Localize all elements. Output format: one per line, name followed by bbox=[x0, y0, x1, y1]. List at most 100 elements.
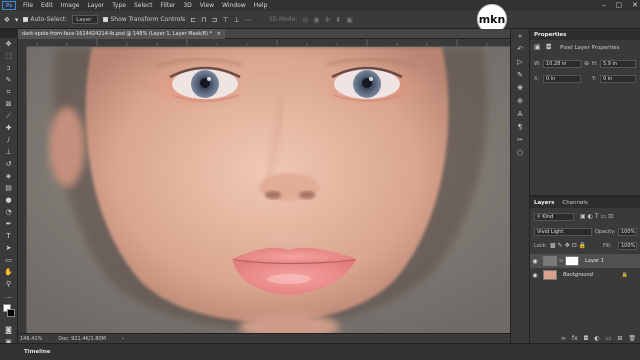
fx-icon[interactable]: fx bbox=[572, 335, 578, 342]
zoom-tool-icon[interactable]: ⚲ bbox=[0, 278, 17, 290]
artboard-tool-icon[interactable]: ⬚ bbox=[0, 50, 17, 62]
document-tab[interactable]: dark-spots-from-face-1614424214-lb.psd @… bbox=[18, 28, 225, 39]
layer-row-background[interactable]: ◉ Background 🔒 bbox=[530, 268, 640, 282]
brushes-icon[interactable]: ❋ bbox=[511, 81, 529, 94]
align-center-icon[interactable]: ⊓ bbox=[201, 16, 206, 24]
align-right-icon[interactable]: ⊐ bbox=[212, 16, 218, 24]
tab-properties[interactable]: Properties bbox=[534, 32, 566, 38]
auto-select-checkbox[interactable] bbox=[23, 17, 29, 22]
visibility-eye-icon[interactable]: ◉ bbox=[530, 258, 540, 265]
minimize-icon[interactable]: – bbox=[602, 1, 606, 9]
history-icon[interactable]: ↶ bbox=[511, 42, 529, 55]
eraser-tool-icon[interactable]: ◈ bbox=[0, 170, 17, 182]
status-chevron-icon[interactable]: › bbox=[122, 336, 124, 342]
document-size[interactable]: Doc: 921.4K/1.80M bbox=[58, 336, 106, 342]
menu-help[interactable]: Help bbox=[250, 2, 272, 9]
fill-field[interactable]: 100% bbox=[618, 242, 637, 250]
blur-tool-icon[interactable]: ● bbox=[0, 194, 17, 206]
type-tool-icon[interactable]: T bbox=[0, 230, 17, 242]
dropdown-chevron-icon[interactable]: ▾ bbox=[15, 16, 19, 24]
align-left-icon[interactable]: ⊏ bbox=[190, 16, 196, 24]
opacity-field[interactable]: 100% bbox=[618, 228, 637, 236]
horizontal-ruler[interactable] bbox=[27, 39, 510, 47]
tab-channels[interactable]: Channels bbox=[562, 200, 587, 206]
menu-type[interactable]: Type bbox=[108, 2, 130, 9]
eyedropper-tool-icon[interactable]: ⟋ bbox=[0, 110, 17, 122]
gradient-tool-icon[interactable]: ▤ bbox=[0, 182, 17, 194]
rectangle-tool-icon[interactable]: ▭ bbox=[0, 254, 17, 266]
3d-roll-icon[interactable]: ◉ bbox=[313, 16, 319, 24]
character-icon[interactable]: A bbox=[511, 107, 529, 120]
menu-layer[interactable]: Layer bbox=[83, 2, 108, 9]
color-swatches-icon[interactable] bbox=[0, 302, 17, 324]
adjustment-layer-icon[interactable]: ◐ bbox=[594, 335, 599, 342]
clone-source-icon[interactable]: ⊕ bbox=[511, 94, 529, 107]
y-field[interactable]: 0 in bbox=[600, 75, 636, 83]
3d-icon[interactable]: ⬡ bbox=[511, 146, 529, 159]
3d-pan-icon[interactable]: ✣ bbox=[325, 16, 331, 24]
height-field[interactable]: 5.9 in bbox=[600, 60, 636, 68]
visibility-eye-icon[interactable]: ◉ bbox=[530, 272, 540, 279]
close-tab-icon[interactable]: × bbox=[217, 31, 221, 37]
healing-brush-tool-icon[interactable]: ✚ bbox=[0, 122, 17, 134]
link-layers-icon[interactable]: ∞ bbox=[561, 335, 566, 342]
vertical-ruler[interactable] bbox=[18, 47, 27, 333]
quick-select-tool-icon[interactable]: ✎ bbox=[0, 74, 17, 86]
menu-file[interactable]: File bbox=[19, 2, 37, 9]
add-mask-icon[interactable]: ◘ bbox=[584, 335, 589, 342]
menu-image[interactable]: Image bbox=[57, 2, 84, 9]
tab-layers[interactable]: Layers bbox=[534, 200, 554, 206]
3d-orbit-icon[interactable]: ◎ bbox=[302, 16, 308, 24]
new-group-icon[interactable]: ▭ bbox=[606, 335, 612, 342]
width-field[interactable]: 10.28 in bbox=[543, 60, 581, 68]
transform-controls-checkbox[interactable] bbox=[103, 17, 109, 22]
move-tool-icon[interactable]: ✥ bbox=[4, 16, 10, 24]
distribute-icon[interactable]: ⋯ bbox=[245, 16, 252, 24]
hand-tool-icon[interactable]: ✋ bbox=[0, 266, 17, 278]
menu-edit[interactable]: Edit bbox=[37, 2, 57, 9]
x-field[interactable]: 0 in bbox=[543, 75, 581, 83]
menu-view[interactable]: View bbox=[196, 2, 218, 9]
actions-icon[interactable]: ▷ bbox=[511, 55, 529, 68]
layer-row-layer-1[interactable]: ◉ ∞ Layer 1 bbox=[530, 254, 640, 268]
layer-filter-dropdown[interactable]: ⚲ Kind bbox=[534, 213, 574, 221]
layer-mask-thumbnail[interactable] bbox=[565, 256, 580, 266]
quick-mask-icon[interactable]: ◙ bbox=[0, 324, 17, 336]
brush-settings-icon[interactable]: ✎ bbox=[511, 68, 529, 81]
link-dimensions-icon[interactable]: ⊖ bbox=[584, 60, 589, 67]
timeline-tab[interactable]: Timeline bbox=[24, 349, 51, 355]
menu-filter[interactable]: Filter bbox=[157, 2, 180, 9]
mask-thumbnail-icon[interactable]: ◘ bbox=[546, 43, 552, 51]
menu-3d[interactable]: 3D bbox=[179, 2, 195, 9]
lasso-tool-icon[interactable]: ↄ bbox=[0, 62, 17, 74]
crop-tool-icon[interactable]: ⌗ bbox=[0, 86, 17, 98]
3d-scale-icon[interactable]: ▣ bbox=[346, 16, 353, 24]
zoom-level[interactable]: 146.41% bbox=[20, 336, 42, 342]
brush-tool-icon[interactable]: ∕ bbox=[0, 134, 17, 146]
delete-layer-icon[interactable]: 🗑 bbox=[628, 335, 636, 342]
pen-tool-icon[interactable]: ✒ bbox=[0, 218, 17, 230]
layer-filter-icons[interactable]: ▣◐T▭⊡ bbox=[580, 213, 615, 220]
auto-select-option[interactable]: Auto-Select: bbox=[23, 16, 67, 23]
new-layer-icon[interactable]: ⊞ bbox=[617, 335, 622, 342]
ruler-origin[interactable] bbox=[18, 39, 27, 47]
clone-stamp-tool-icon[interactable]: ⊥ bbox=[0, 146, 17, 158]
document-canvas[interactable] bbox=[27, 47, 510, 333]
chain-icon[interactable]: ∞ bbox=[559, 258, 563, 264]
menu-select[interactable]: Select bbox=[130, 2, 157, 9]
3d-slide-icon[interactable]: ⬍ bbox=[335, 16, 341, 24]
history-brush-tool-icon[interactable]: ↺ bbox=[0, 158, 17, 170]
dodge-tool-icon[interactable]: ◔ bbox=[0, 206, 17, 218]
close-icon[interactable]: ✕ bbox=[632, 1, 638, 9]
lock-icon[interactable]: 🔒 bbox=[622, 272, 628, 278]
menu-window[interactable]: Window bbox=[218, 2, 250, 9]
layer-name[interactable]: Background bbox=[563, 272, 593, 278]
more-tools-icon[interactable]: … bbox=[0, 290, 17, 302]
tools-preset-icon[interactable]: ✂ bbox=[511, 133, 529, 146]
frame-tool-icon[interactable]: ⊠ bbox=[0, 98, 17, 110]
paragraph-icon[interactable]: ¶ bbox=[511, 120, 529, 133]
lock-icons[interactable]: ▩✎✥⊡🔒 bbox=[550, 242, 588, 249]
auto-select-dropdown[interactable]: Layer bbox=[72, 15, 99, 24]
layer-name[interactable]: Layer 1 bbox=[585, 258, 604, 264]
collapse-panels-icon[interactable]: « bbox=[511, 29, 529, 42]
